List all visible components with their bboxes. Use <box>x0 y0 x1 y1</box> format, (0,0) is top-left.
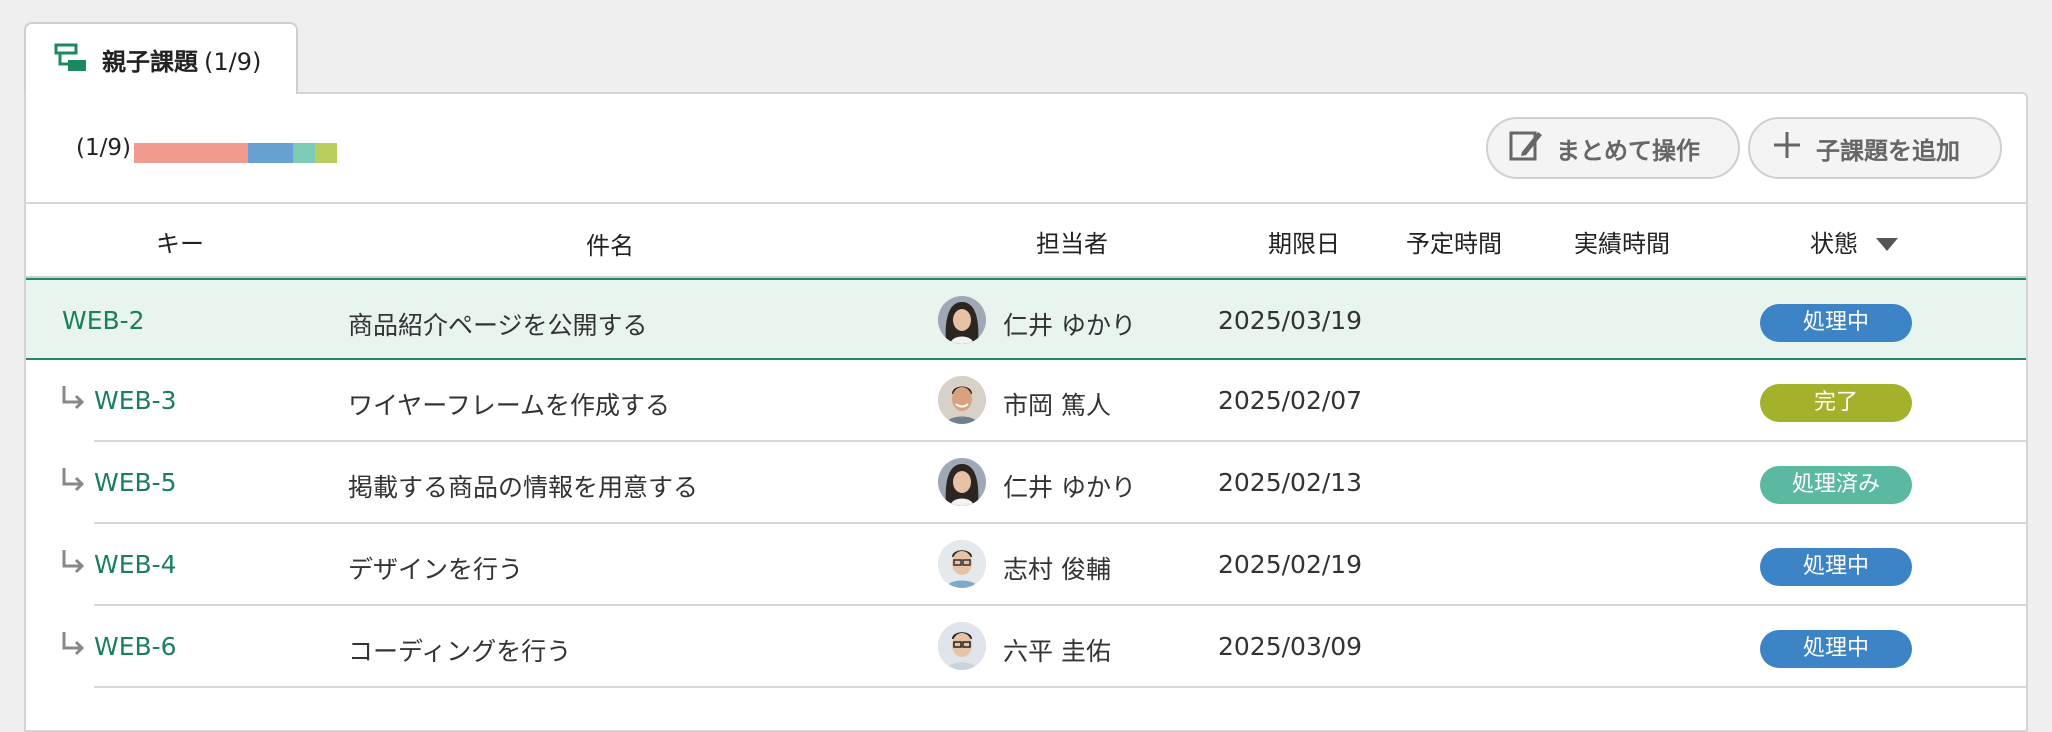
child-arrow-icon <box>60 384 86 412</box>
progress-segment <box>134 143 248 163</box>
assignee-name: 志村 俊輔 <box>1003 555 1111 584</box>
plus-icon <box>1770 128 1804 168</box>
issue-subject[interactable]: コーディングを行う <box>348 632 571 668</box>
table-row[interactable]: WEB-6 コーディングを行う 六平 圭佑 2025/03/09 処理中 <box>26 606 2026 688</box>
status-badge[interactable]: 処理済み <box>1760 466 1912 504</box>
column-status-label: 状態 <box>1810 230 1858 258</box>
due-date: 2025/03/19 <box>1218 306 1363 335</box>
sort-desc-icon <box>1875 238 1898 251</box>
assignee-name: 六平 圭佑 <box>1003 637 1111 666</box>
issue-subject[interactable]: デザインを行う <box>348 550 523 586</box>
assignee-name: 仁井 ゆかり <box>1003 311 1136 340</box>
tab-count: (1/9) <box>204 47 262 76</box>
column-status[interactable]: 状態 <box>1810 224 1898 259</box>
column-subject[interactable]: 件名 <box>586 226 634 261</box>
avatar <box>938 296 986 344</box>
issue-subject[interactable]: 商品紹介ページを公開する <box>348 306 648 342</box>
issue-key-link[interactable]: WEB-3 <box>94 386 177 415</box>
child-arrow-icon <box>60 630 86 658</box>
table-header: キー 件名 担当者 期限日 予定時間 実績時間 状態 <box>26 204 2026 278</box>
table-row[interactable]: WEB-2 商品紹介ページを公開する 仁井 ゆかり 2025/03/19 処理中 <box>26 278 2026 360</box>
issue-key-link[interactable]: WEB-2 <box>62 306 145 335</box>
child-arrow-icon <box>60 548 86 576</box>
table-row[interactable]: WEB-4 デザインを行う 志村 俊輔 2025/02/19 処理中 <box>26 524 2026 606</box>
due-date: 2025/02/07 <box>1218 386 1363 415</box>
add-child-issue-label: 子課題を追加 <box>1816 136 1960 165</box>
avatar <box>938 458 986 506</box>
progress-segment <box>293 143 315 163</box>
bulk-edit-label: まとめて操作 <box>1556 136 1700 165</box>
tab-parent-child-issues[interactable]: 親子課題 (1/9) <box>24 22 298 94</box>
table-row[interactable]: WEB-3 ワイヤーフレームを作成する 市岡 篤人 2025/02/07 完了 <box>26 360 2026 442</box>
avatar <box>938 376 986 424</box>
toolbar: (1/9) まとめて操作 子課題を追加 <box>26 94 2026 204</box>
issue-subject[interactable]: 掲載する商品の情報を用意する <box>348 468 698 504</box>
avatar <box>938 540 986 588</box>
avatar <box>938 622 986 670</box>
progress-bar <box>134 143 337 163</box>
issue-key-link[interactable]: WEB-4 <box>94 550 177 579</box>
issue-key-link[interactable]: WEB-6 <box>94 632 177 661</box>
assignee-name: 仁井 ゆかり <box>1003 473 1136 502</box>
column-actual-hours[interactable]: 実績時間 <box>1574 224 1670 259</box>
bulk-edit-icon <box>1508 127 1544 169</box>
row-divider <box>94 686 2026 688</box>
issue-key-link[interactable]: WEB-5 <box>94 468 177 497</box>
column-assignee[interactable]: 担当者 <box>1036 224 1108 259</box>
table-row[interactable]: WEB-5 掲載する商品の情報を用意する 仁井 ゆかり 2025/02/13 処… <box>26 442 2026 524</box>
column-key[interactable]: キー <box>156 224 204 259</box>
child-issues-panel: (1/9) まとめて操作 子課題を追加 キー 件名 担当者 期限日 予定時間 実… <box>24 92 2028 732</box>
column-due-date[interactable]: 期限日 <box>1268 224 1340 259</box>
bulk-edit-button[interactable]: まとめて操作 <box>1486 117 1740 179</box>
column-planned-hours[interactable]: 予定時間 <box>1406 224 1502 259</box>
due-date: 2025/03/09 <box>1218 632 1363 661</box>
issue-subject[interactable]: ワイヤーフレームを作成する <box>348 386 670 422</box>
due-date: 2025/02/13 <box>1218 468 1363 497</box>
due-date: 2025/02/19 <box>1218 550 1363 579</box>
add-child-issue-button[interactable]: 子課題を追加 <box>1748 117 2002 179</box>
status-badge[interactable]: 処理中 <box>1760 548 1912 586</box>
child-arrow-icon <box>60 466 86 494</box>
tab-label: 親子課題 (1/9) <box>102 47 262 76</box>
status-badge[interactable]: 処理中 <box>1760 630 1912 668</box>
progress-segment <box>315 143 337 163</box>
status-badge[interactable]: 完了 <box>1760 384 1912 422</box>
progress-count: (1/9) <box>76 135 131 161</box>
progress-segment <box>248 143 293 163</box>
parent-child-icon <box>54 43 88 75</box>
status-badge[interactable]: 処理中 <box>1760 304 1912 342</box>
assignee-name: 市岡 篤人 <box>1003 391 1111 420</box>
